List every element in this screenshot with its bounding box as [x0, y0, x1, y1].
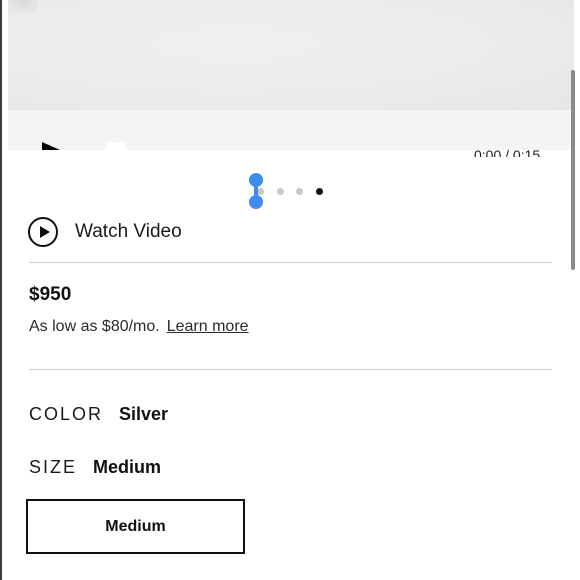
size-value: Medium — [93, 457, 162, 477]
price: $950 — [29, 284, 72, 305]
play-circle-icon — [28, 217, 58, 247]
watch-video-label: Watch Video — [75, 221, 182, 242]
color-value: Silver — [119, 404, 169, 424]
product-video[interactable] — [8, 0, 574, 110]
play-icon[interactable] — [42, 142, 78, 150]
video-frame-detail — [8, 0, 38, 12]
learn-more-link[interactable]: Learn more — [167, 318, 249, 335]
color-label: COLOR — [29, 404, 104, 424]
video-controls — [8, 110, 574, 150]
size-option: SIZE Medium — [29, 457, 161, 478]
drag-handle[interactable] — [248, 173, 264, 209]
financing-text: As low as $80/mo. Learn more — [29, 318, 249, 336]
color-option: COLOR Silver — [29, 404, 168, 425]
carousel-dot-3[interactable] — [296, 188, 303, 195]
carousel-dot-4[interactable] — [316, 188, 323, 195]
size-choice-button[interactable]: Medium — [26, 499, 245, 554]
video-time: 0:00 / 0:15 — [474, 148, 541, 157]
divider — [29, 369, 552, 370]
video-progress-thumb[interactable] — [106, 142, 126, 150]
financing-label: As low as $80/mo. — [29, 318, 160, 335]
watch-video-button[interactable]: Watch Video — [28, 215, 182, 249]
divider — [29, 262, 552, 263]
scrollbar[interactable] — [571, 70, 575, 270]
carousel-dot-2[interactable] — [277, 188, 284, 195]
size-label: SIZE — [29, 457, 78, 477]
drag-handle-bottom[interactable] — [249, 195, 263, 209]
viewport-edge — [0, 0, 2, 580]
